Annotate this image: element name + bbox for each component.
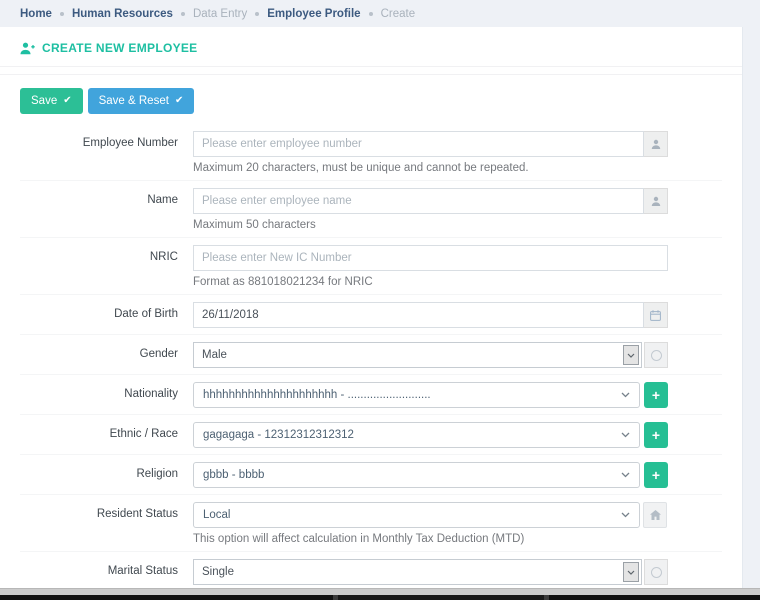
chevron-down-icon (621, 432, 630, 438)
date-of-birth-label: Date of Birth (20, 302, 193, 320)
employee-number-helper: Maximum 20 characters, must be unique an… (193, 162, 668, 174)
breadcrumb-data-entry: Data Entry (193, 8, 247, 20)
ethnic-race-label: Ethnic / Race (20, 422, 193, 440)
field-row-name: Name Maximum 50 characters (20, 180, 722, 237)
circle-icon (644, 342, 668, 368)
name-helper: Maximum 50 characters (193, 219, 668, 231)
gender-label: Gender (20, 342, 193, 360)
field-row-gender: Gender Male (20, 334, 722, 374)
add-ethnic-race-button[interactable]: + (644, 422, 668, 448)
employee-number-label: Employee Number (20, 131, 193, 149)
panel-divider (0, 67, 742, 75)
resident-status-select[interactable]: Local (193, 502, 640, 528)
nationality-selected-value: hhhhhhhhhhhhhhhhhhhhh - ................… (203, 389, 431, 401)
field-row-ethnic-race: Ethnic / Race gagagaga - 12312312312312 … (20, 414, 722, 454)
breadcrumb-separator (369, 12, 373, 16)
breadcrumb-separator (255, 12, 259, 16)
breadcrumb-employee-profile[interactable]: Employee Profile (267, 8, 360, 20)
chevron-down-icon (621, 392, 630, 398)
resident-status-selected-value: Local (203, 509, 231, 521)
nationality-label: Nationality (20, 382, 193, 400)
panel-header: CREATE NEW EMPLOYEE (0, 27, 742, 67)
ethnic-race-selected-value: gagagaga - 12312312312312 (203, 429, 354, 441)
nric-helper: Format as 881018021234 for NRIC (193, 276, 668, 288)
name-label: Name (20, 188, 193, 206)
religion-label: Religion (20, 462, 193, 480)
marital-status-selected-value: Single (202, 566, 234, 578)
nric-input[interactable] (193, 245, 668, 271)
breadcrumb-create: Create (381, 8, 416, 20)
field-row-nric: NRIC Format as 881018021234 for NRIC (20, 237, 722, 294)
marital-status-label: Marital Status (20, 559, 193, 577)
breadcrumb-home[interactable]: Home (20, 8, 52, 20)
circle-icon (644, 559, 668, 585)
user-icon (644, 131, 668, 157)
resident-status-helper: This option will affect calculation in M… (193, 533, 668, 545)
chevron-down-icon (621, 512, 630, 518)
chevron-down-icon (623, 345, 639, 365)
home-icon (643, 502, 667, 528)
gender-select[interactable]: Male (193, 342, 642, 368)
add-religion-button[interactable]: + (644, 462, 668, 488)
name-input[interactable] (193, 188, 644, 214)
save-and-reset-button[interactable]: Save & Reset✔ (88, 88, 195, 114)
breadcrumb: Home Human Resources Data Entry Employee… (0, 0, 743, 27)
field-row-marital-status: Marital Status Single (20, 551, 722, 591)
form-toolbar: Save✔ Save & Reset✔ (20, 88, 722, 114)
save-button[interactable]: Save✔ (20, 88, 83, 114)
field-row-religion: Religion gbbb - bbbb + (20, 454, 722, 494)
page-title: CREATE NEW EMPLOYEE (42, 41, 198, 55)
check-icon: ✔ (63, 96, 71, 106)
marital-status-select[interactable]: Single (193, 559, 642, 585)
resident-status-label: Resident Status (20, 502, 193, 520)
employee-number-input[interactable] (193, 131, 644, 157)
calendar-icon (644, 302, 668, 328)
user-plus-icon (20, 42, 35, 55)
nationality-select[interactable]: hhhhhhhhhhhhhhhhhhhhh - ................… (193, 382, 640, 408)
user-icon (644, 188, 668, 214)
check-icon: ✔ (175, 96, 183, 106)
field-row-employee-number: Employee Number Maximum 20 characters, m… (20, 124, 722, 180)
chevron-down-icon (621, 472, 630, 478)
religion-selected-value: gbbb - bbbb (203, 469, 264, 481)
add-nationality-button[interactable]: + (644, 382, 668, 408)
nric-label: NRIC (20, 245, 193, 263)
religion-select[interactable]: gbbb - bbbb (193, 462, 640, 488)
breadcrumb-separator (181, 12, 185, 16)
content-panel: CREATE NEW EMPLOYEE Save✔ Save & Reset✔ … (0, 27, 743, 600)
field-row-nationality: Nationality hhhhhhhhhhhhhhhhhhhhh - ....… (20, 374, 722, 414)
chevron-down-icon (623, 562, 639, 582)
date-of-birth-input[interactable] (193, 302, 644, 328)
breadcrumb-human-resources[interactable]: Human Resources (72, 8, 173, 20)
field-row-date-of-birth: Date of Birth (20, 294, 722, 334)
breadcrumb-separator (60, 12, 64, 16)
ethnic-race-select[interactable]: gagagaga - 12312312312312 (193, 422, 640, 448)
gender-selected-value: Male (202, 349, 227, 361)
taskbar-edge (0, 595, 760, 600)
field-row-resident-status: Resident Status Local This option will a… (20, 494, 722, 551)
